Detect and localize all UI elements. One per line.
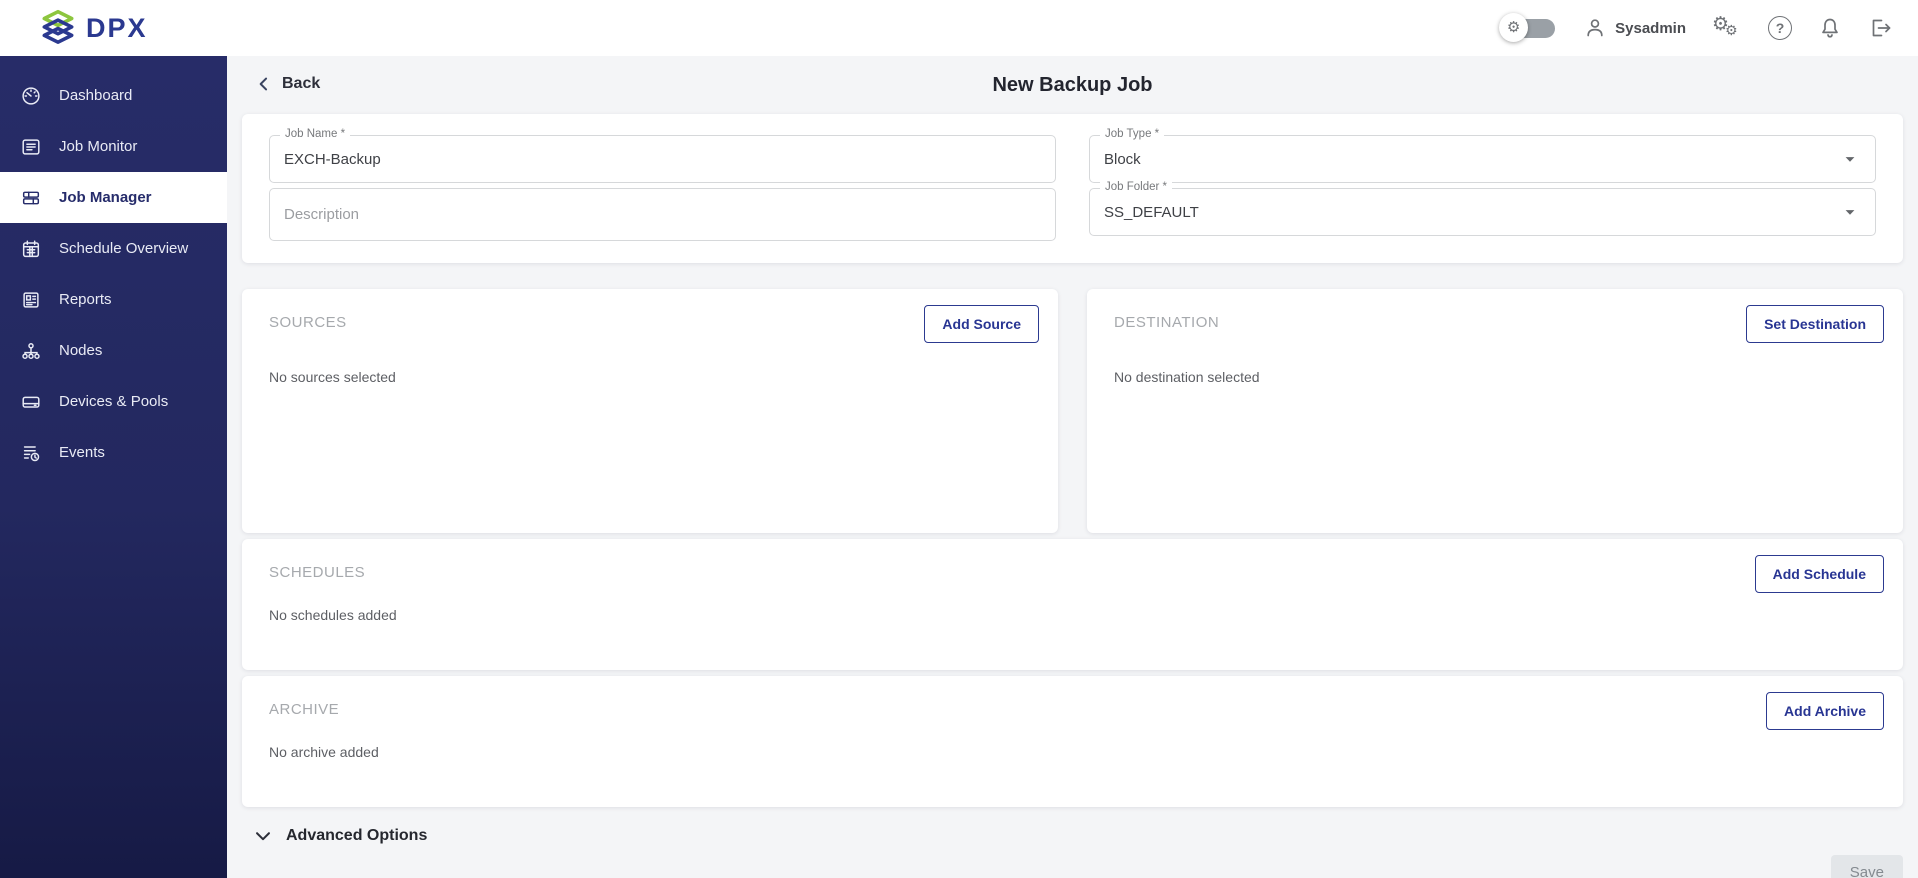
sidebar-item-job-manager[interactable]: Job Manager xyxy=(0,172,227,223)
toggle-thumb-gear-icon: ⚙ xyxy=(1499,13,1528,42)
settings-icon[interactable]: ⚙ ⚙ xyxy=(1712,15,1742,41)
sidebar: Dashboard Job Monitor Job Manager S xyxy=(0,56,227,878)
dpx-layers-icon xyxy=(40,8,76,48)
job-folder-select[interactable]: Job Folder * SS_DEFAULT xyxy=(1089,188,1876,236)
job-details-card: Job Name * Job Type * Block Job Folder * xyxy=(242,114,1903,263)
theme-toggle[interactable]: ⚙ xyxy=(1499,13,1557,43)
job-name-input[interactable] xyxy=(284,151,1041,168)
set-destination-button[interactable]: Set Destination xyxy=(1746,305,1884,343)
job-name-field[interactable]: Job Name * xyxy=(269,135,1056,183)
schedules-header: SCHEDULES Add Schedule xyxy=(269,555,1884,593)
add-archive-button[interactable]: Add Archive xyxy=(1766,692,1884,730)
dropdown-caret-icon xyxy=(1839,148,1861,170)
user-icon xyxy=(1583,16,1607,40)
advanced-options-toggle[interactable]: Advanced Options xyxy=(242,825,1903,847)
job-type-value: Block xyxy=(1104,151,1141,168)
archive-header: ARCHIVE Add Archive xyxy=(269,692,1884,730)
archive-empty-text: No archive added xyxy=(269,744,1884,760)
sidebar-item-devices-pools[interactable]: Devices & Pools xyxy=(0,376,227,427)
topbar-actions: ⚙ Sysadmin ⚙ ⚙ ? xyxy=(1499,13,1894,43)
main-content: Back New Backup Job Job Name * Job Type … xyxy=(227,56,1918,878)
back-label: Back xyxy=(282,75,320,93)
job-folder-label: Job Folder * xyxy=(1100,181,1172,193)
description-input[interactable] xyxy=(284,206,1041,223)
description-field[interactable] xyxy=(269,188,1056,241)
add-schedule-button[interactable]: Add Schedule xyxy=(1755,555,1884,593)
sources-empty-text: No sources selected xyxy=(269,369,1039,385)
job-manager-icon xyxy=(20,187,42,209)
reports-icon xyxy=(20,289,42,311)
job-details-right-column: Job Type * Block Job Folder * SS_DEFAULT xyxy=(1089,135,1876,243)
dpx-logo: DPX xyxy=(40,8,148,48)
sidebar-item-nodes[interactable]: Nodes xyxy=(0,325,227,376)
sources-title: SOURCES xyxy=(269,305,347,331)
sidebar-item-label: Reports xyxy=(59,291,112,308)
advanced-options-label: Advanced Options xyxy=(286,827,427,845)
destination-card: DESTINATION Set Destination No destinati… xyxy=(1087,289,1903,533)
page-header: Back New Backup Job xyxy=(242,74,1903,100)
sources-card: SOURCES Add Source No sources selected xyxy=(242,289,1058,533)
logout-icon[interactable] xyxy=(1868,16,1894,40)
save-row: Save xyxy=(242,855,1903,878)
topbar: DPX ⚙ Sysadmin ⚙ ⚙ ? xyxy=(0,0,1918,56)
notifications-icon[interactable] xyxy=(1818,16,1842,40)
sidebar-item-dashboard[interactable]: Dashboard xyxy=(0,70,227,121)
devices-icon xyxy=(20,391,42,413)
help-icon[interactable]: ? xyxy=(1768,16,1792,40)
sidebar-item-schedule-overview[interactable]: Schedule Overview xyxy=(0,223,227,274)
advanced-chevron-icon xyxy=(252,825,274,847)
sidebar-item-reports[interactable]: Reports xyxy=(0,274,227,325)
dropdown-caret-icon xyxy=(1839,201,1861,223)
job-type-label: Job Type * xyxy=(1100,128,1164,140)
sidebar-item-label: Devices & Pools xyxy=(59,393,168,410)
save-button[interactable]: Save xyxy=(1831,855,1903,878)
archive-card: ARCHIVE Add Archive No archive added xyxy=(242,676,1903,807)
archive-title: ARCHIVE xyxy=(269,692,339,718)
schedules-title: SCHEDULES xyxy=(269,555,365,581)
nodes-icon xyxy=(20,340,42,362)
job-monitor-icon xyxy=(20,136,42,158)
user-menu[interactable]: Sysadmin xyxy=(1583,16,1686,40)
sidebar-item-job-monitor[interactable]: Job Monitor xyxy=(0,121,227,172)
job-details-left-column: Job Name * xyxy=(269,135,1056,243)
job-type-select[interactable]: Job Type * Block xyxy=(1089,135,1876,183)
events-icon xyxy=(20,442,42,464)
schedules-card: SCHEDULES Add Schedule No schedules adde… xyxy=(242,539,1903,670)
sidebar-item-label: Job Manager xyxy=(59,189,152,206)
logo-text: DPX xyxy=(86,13,148,44)
dashboard-icon xyxy=(20,85,42,107)
sidebar-item-events[interactable]: Events xyxy=(0,427,227,478)
destination-empty-text: No destination selected xyxy=(1114,369,1884,385)
job-folder-value: SS_DEFAULT xyxy=(1104,204,1199,221)
destination-title: DESTINATION xyxy=(1114,305,1219,331)
sidebar-item-label: Dashboard xyxy=(59,87,132,104)
schedules-empty-text: No schedules added xyxy=(269,607,1884,623)
destination-header: DESTINATION Set Destination xyxy=(1114,305,1884,343)
sidebar-item-label: Nodes xyxy=(59,342,102,359)
page-title: New Backup Job xyxy=(242,74,1903,97)
back-button[interactable]: Back xyxy=(254,74,320,94)
schedule-icon xyxy=(20,238,42,260)
sources-header: SOURCES Add Source xyxy=(269,305,1039,343)
job-name-label: Job Name * xyxy=(280,128,350,140)
sources-destination-row: SOURCES Add Source No sources selected D… xyxy=(242,289,1903,533)
add-source-button[interactable]: Add Source xyxy=(924,305,1039,343)
sidebar-item-label: Schedule Overview xyxy=(59,240,188,257)
back-chevron-icon xyxy=(254,74,274,94)
user-name: Sysadmin xyxy=(1615,20,1686,37)
sidebar-item-label: Job Monitor xyxy=(59,138,137,155)
sidebar-item-label: Events xyxy=(59,444,105,461)
